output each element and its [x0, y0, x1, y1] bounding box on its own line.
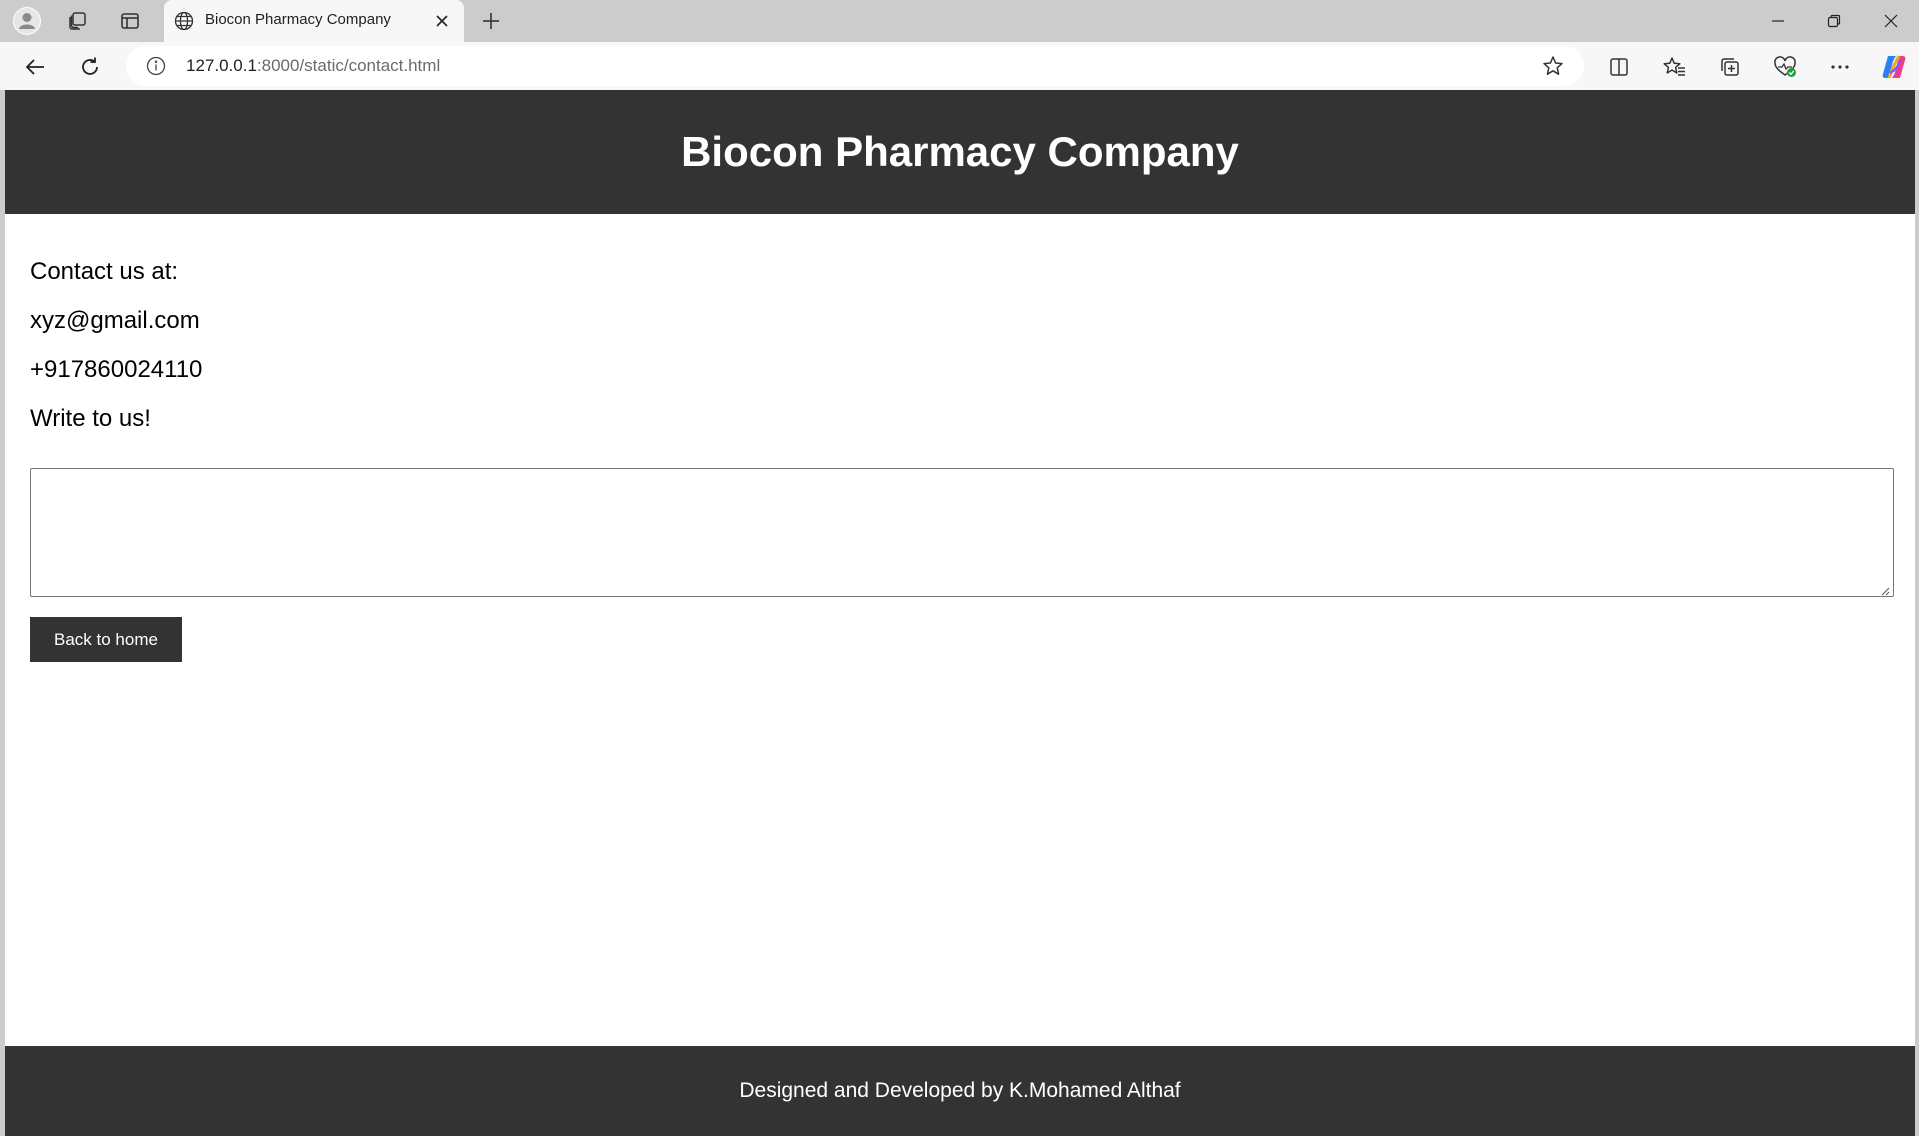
browser-essentials-icon[interactable] — [1769, 51, 1801, 83]
split-screen-icon[interactable] — [1603, 51, 1635, 83]
contact-section: Contact us at: xyz@gmail.com +9178600241… — [30, 258, 1900, 454]
resize-grip-icon[interactable] — [1880, 583, 1890, 596]
write-prompt: Write to us! — [30, 405, 151, 432]
minimize-icon[interactable] — [1750, 0, 1806, 42]
site-footer: Designed and Developed by K.Mohamed Alth… — [5, 1046, 1915, 1136]
site-info-icon[interactable] — [146, 56, 166, 76]
web-page: Biocon Pharmacy Company Contact us at: x… — [5, 90, 1915, 1136]
tab-strip: Biocon Pharmacy Company — [0, 0, 1919, 42]
collections-icon[interactable] — [1714, 51, 1746, 83]
url-path: :8000/static/contact.html — [256, 56, 441, 75]
favorites-icon[interactable] — [1659, 51, 1691, 83]
tab-title: Biocon Pharmacy Company — [205, 11, 391, 28]
url-bar[interactable]: 127.0.0.1:8000/static/contact.html — [126, 46, 1584, 86]
url-host: 127.0.0.1 — [186, 56, 257, 75]
contact-email: xyz@gmail.com — [30, 307, 200, 334]
site-header: Biocon Pharmacy Company — [5, 90, 1915, 214]
message-textarea[interactable] — [30, 468, 1894, 597]
more-icon[interactable] — [1824, 51, 1856, 83]
address-bar-row: 127.0.0.1:8000/static/contact.html — [0, 42, 1919, 90]
restore-icon[interactable] — [1806, 0, 1862, 42]
copilot-icon[interactable] — [1878, 51, 1910, 83]
contact-intro: Contact us at: — [30, 258, 179, 285]
close-tab-icon[interactable] — [432, 11, 452, 31]
favorite-star-icon[interactable] — [1542, 55, 1564, 77]
tab-contact[interactable]: Biocon Pharmacy Company — [164, 0, 464, 42]
page-title: Biocon Pharmacy Company — [681, 128, 1239, 175]
footer-credit: Designed and Developed by K.Mohamed Alth… — [739, 1079, 1181, 1102]
globe-icon — [174, 11, 194, 31]
back-to-home-button[interactable]: Back to home — [30, 617, 182, 662]
profile-icon[interactable] — [12, 6, 42, 36]
url-text[interactable]: 127.0.0.1:8000/static/contact.html — [186, 56, 440, 76]
back-icon[interactable] — [19, 51, 51, 83]
workspaces-icon[interactable] — [62, 6, 92, 36]
contact-phone: +917860024110 — [30, 356, 203, 383]
refresh-icon[interactable] — [74, 51, 106, 83]
new-tab-icon[interactable] — [476, 6, 506, 36]
tab-actions-icon[interactable] — [115, 6, 145, 36]
close-window-icon[interactable] — [1863, 0, 1919, 42]
